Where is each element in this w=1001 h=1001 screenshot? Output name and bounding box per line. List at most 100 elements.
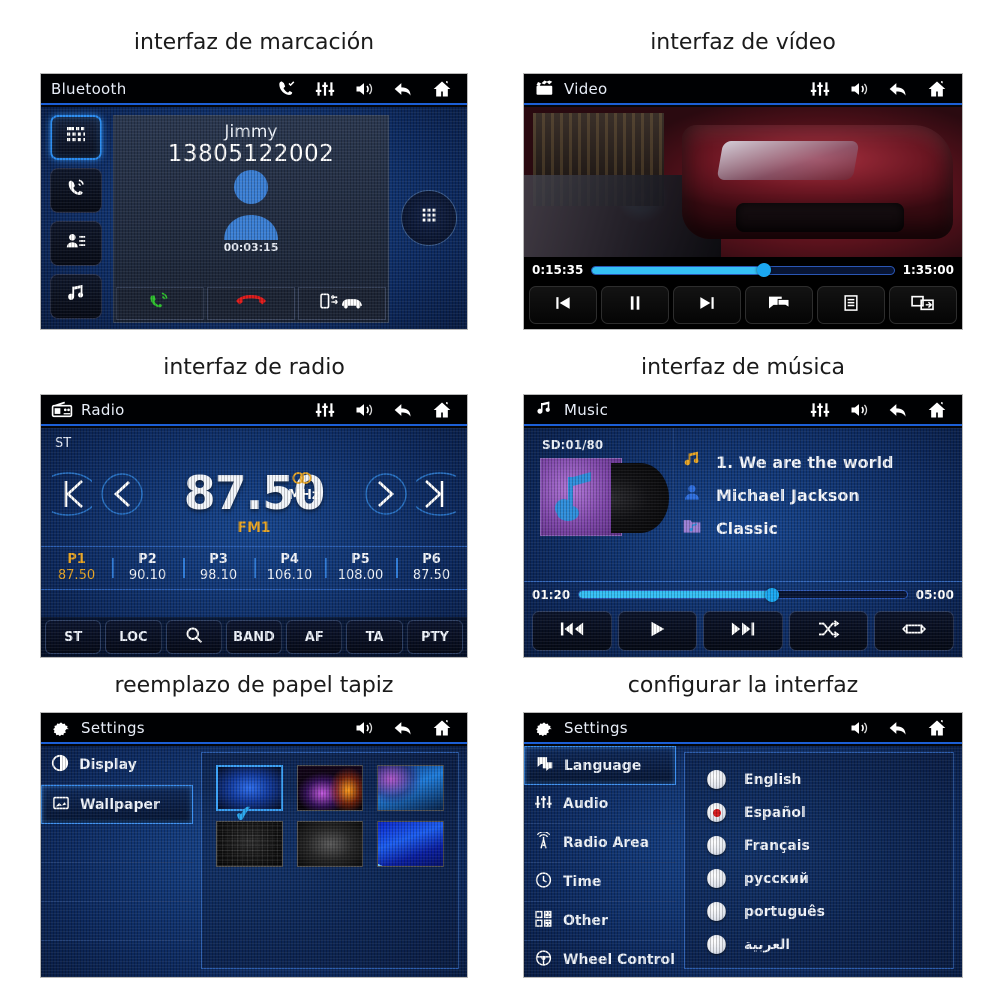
sidebar-item-empty-4[interactable] <box>41 941 193 977</box>
radio-button[interactable] <box>707 935 726 954</box>
radio-function-bar: ST LOC BAND AF TA PTY <box>41 617 467 657</box>
wallpaper-thumb-4[interactable] <box>216 821 283 867</box>
language-option-english[interactable]: English <box>707 763 953 796</box>
video-playlist-button[interactable] <box>817 286 885 324</box>
home-icon[interactable] <box>926 400 948 420</box>
video-seek-track[interactable] <box>591 263 895 277</box>
music-play-button[interactable] <box>617 611 698 651</box>
back-icon[interactable] <box>887 79 909 99</box>
radio-st-button[interactable]: ST <box>45 620 102 654</box>
music-repeat-button[interactable] <box>874 611 954 651</box>
sidebar-item-empty-2[interactable] <box>41 863 193 902</box>
sidebar-item-other[interactable]: Other <box>524 902 676 941</box>
play-icon <box>647 619 667 644</box>
keypad-round-button[interactable] <box>401 190 457 246</box>
volume-icon[interactable] <box>848 718 870 738</box>
album-area: SD:01/80 <box>524 428 674 569</box>
sidebar-item-call-history[interactable] <box>50 168 102 213</box>
sidebar-item-empty-3[interactable] <box>41 902 193 941</box>
video-pause-button[interactable] <box>601 286 669 324</box>
sidebar-item-audio[interactable]: Audio <box>524 785 676 824</box>
preset-button-1[interactable]: P1 87.50 <box>41 552 112 585</box>
preset-button-6[interactable]: P6 87.50 <box>396 552 467 585</box>
subtitle-icon <box>767 293 791 318</box>
wallpaper-titlebar: Settings <box>41 713 467 744</box>
language-option-espanol[interactable]: Español <box>707 796 953 829</box>
radio-band-button[interactable]: BAND <box>225 620 283 654</box>
equalizer-icon[interactable] <box>314 79 336 99</box>
volume-icon[interactable] <box>848 400 870 420</box>
language-settings-title: Settings <box>564 718 628 737</box>
volume-icon[interactable] <box>848 79 870 99</box>
end-call-button[interactable] <box>207 287 295 320</box>
video-next-button[interactable] <box>673 286 741 324</box>
volume-icon[interactable] <box>353 718 375 738</box>
language-option-russian[interactable]: русский <box>707 862 953 895</box>
back-icon[interactable] <box>392 79 414 99</box>
sidebar-item-time[interactable]: Time <box>524 863 676 902</box>
equalizer-icon[interactable] <box>809 79 831 99</box>
sidebar-item-radio-area[interactable]: Radio Area <box>524 824 676 863</box>
video-screen-switch-button[interactable] <box>889 286 957 324</box>
back-icon[interactable] <box>887 400 909 420</box>
sidebar-item-wallpaper[interactable]: Wallpaper <box>41 785 193 824</box>
radio-button[interactable] <box>707 869 726 888</box>
preset-button-4[interactable]: P4 106.10 <box>254 552 325 585</box>
back-icon[interactable] <box>392 400 414 420</box>
radio-button[interactable] <box>707 770 726 789</box>
video-grille <box>736 202 905 233</box>
back-icon[interactable] <box>392 718 414 738</box>
music-shuffle-button[interactable] <box>788 611 869 651</box>
volume-icon[interactable] <box>353 400 375 420</box>
video-subtitle-button[interactable] <box>745 286 813 324</box>
sidebar-item-wheel-control[interactable]: Wheel Control <box>524 941 676 977</box>
sidebar-item-language[interactable]: Language <box>524 746 676 785</box>
music-titlebar: Music <box>524 395 962 426</box>
language-option-francais[interactable]: Français <box>707 829 953 862</box>
back-icon[interactable] <box>887 718 909 738</box>
equalizer-icon[interactable] <box>809 400 831 420</box>
video-seek-knob[interactable] <box>757 263 772 277</box>
sidebar-item-empty-1[interactable] <box>41 824 193 863</box>
sidebar-item-bt-music[interactable] <box>50 274 102 319</box>
language-option-portugues[interactable]: português <box>707 895 953 928</box>
preset-button-5[interactable]: P5 108.00 <box>325 552 396 585</box>
wallpaper-thumb-6[interactable] <box>377 821 444 867</box>
answer-call-button[interactable] <box>116 287 204 320</box>
video-frame[interactable] <box>524 107 962 257</box>
sidebar-item-keypad[interactable] <box>50 115 102 160</box>
home-icon[interactable] <box>431 400 453 420</box>
radio-button-selected[interactable] <box>707 803 726 822</box>
music-seek-track[interactable] <box>578 587 908 602</box>
radio-button[interactable] <box>707 902 726 921</box>
radio-loc-button[interactable]: LOC <box>105 620 162 654</box>
volume-icon[interactable] <box>353 79 375 99</box>
radio-af-button[interactable]: AF <box>286 620 343 654</box>
radio-ta-button[interactable]: TA <box>346 620 403 654</box>
music-previous-button[interactable] <box>532 611 612 651</box>
home-icon[interactable] <box>926 718 948 738</box>
radio-pty-button[interactable]: PTY <box>406 620 463 654</box>
equalizer-icon[interactable] <box>314 400 336 420</box>
music-seek-knob[interactable] <box>765 587 780 602</box>
sidebar-item-contacts[interactable] <box>50 221 102 266</box>
phone-check-icon[interactable] <box>275 79 297 99</box>
home-icon[interactable] <box>431 718 453 738</box>
wallpaper-thumb-1[interactable]: ✔ <box>216 765 283 827</box>
sidebar-item-label: Display <box>79 757 137 773</box>
preset-button-2[interactable]: P2 90.10 <box>112 552 183 585</box>
transfer-to-car-button[interactable] <box>298 287 386 320</box>
video-previous-button[interactable] <box>529 286 597 324</box>
sidebar-item-display[interactable]: Display <box>41 746 193 785</box>
wallpaper-thumb-5[interactable] <box>296 821 364 867</box>
radio-button[interactable] <box>707 836 726 855</box>
home-icon[interactable] <box>431 79 453 99</box>
wallpaper-thumb-2[interactable] <box>296 765 364 811</box>
wallpaper-thumb-3[interactable] <box>377 765 444 811</box>
preset-button-3[interactable]: P3 98.10 <box>183 552 254 585</box>
music-next-button[interactable] <box>703 611 783 651</box>
language-option-arabic[interactable]: العربية <box>707 928 953 961</box>
language-label: English <box>744 771 802 788</box>
radio-search-button[interactable] <box>165 620 222 654</box>
home-icon[interactable] <box>926 79 948 99</box>
